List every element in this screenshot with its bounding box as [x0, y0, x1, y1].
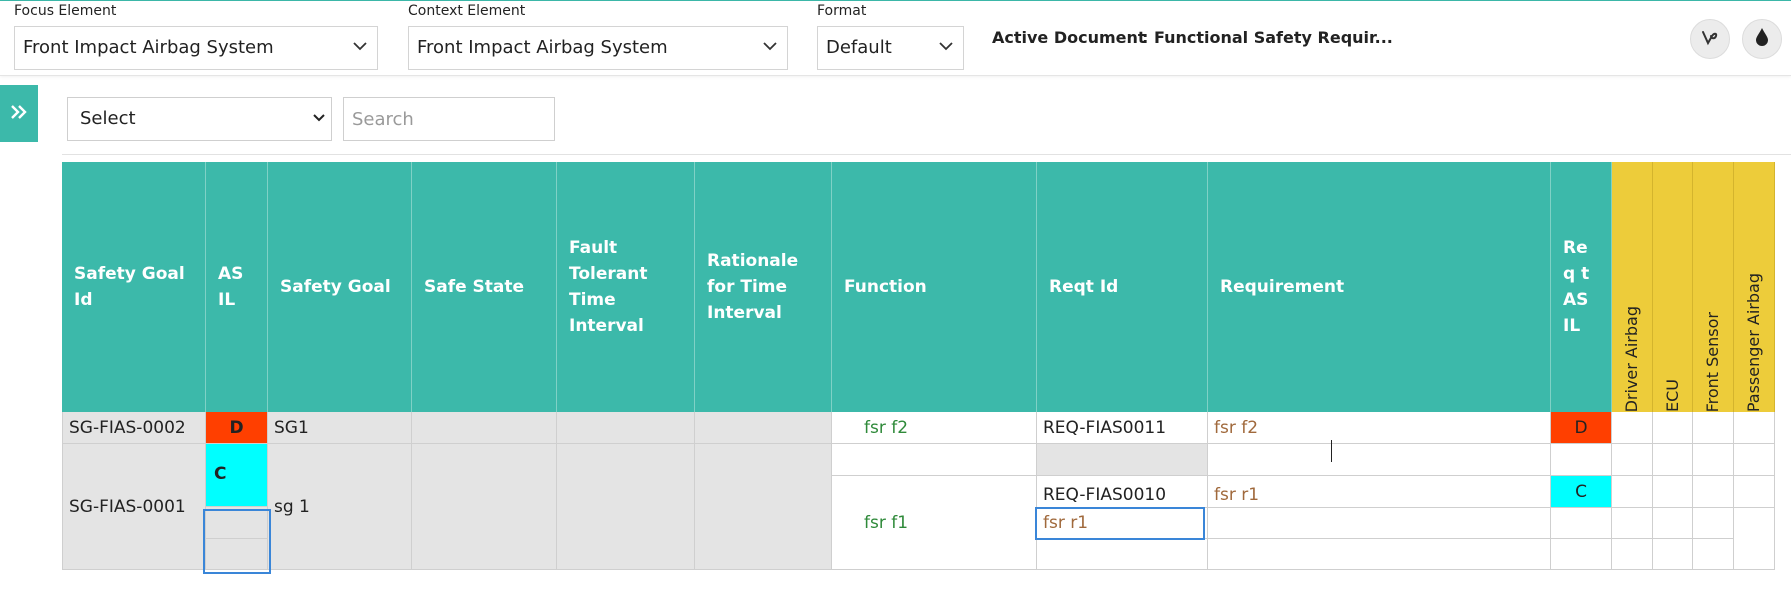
cell-function-empty[interactable] — [832, 444, 1037, 476]
header-function[interactable]: Function — [832, 162, 1037, 412]
expand-sidebar-button[interactable] — [0, 85, 38, 142]
cell-ftti[interactable] — [557, 412, 695, 444]
chevron-down-icon — [763, 27, 777, 51]
cell-reqt-asil-empty[interactable] — [1551, 444, 1612, 476]
cell-passenger-airbag[interactable] — [1734, 444, 1775, 476]
focus-element-label: Focus Element — [14, 3, 117, 19]
cell-reqt-id[interactable]: REQ-FIAS0011 — [1037, 412, 1208, 444]
header-asil[interactable]: ASIL — [206, 162, 268, 412]
cell-ftti[interactable] — [557, 444, 695, 570]
cell-safe-state[interactable] — [412, 444, 557, 570]
cell-rationale[interactable] — [695, 444, 832, 570]
cell-reqt-id-empty[interactable] — [1037, 539, 1208, 570]
cell-requirement-empty[interactable] — [1208, 539, 1551, 570]
header-ftti[interactable]: Fault Tolerant Time Interval — [557, 162, 695, 412]
cell-selection-outline — [1035, 507, 1205, 540]
cell-safety-goal[interactable]: SG1 — [268, 412, 412, 444]
cell-function[interactable]: fsr f2 — [832, 412, 1037, 444]
toolbar: Focus Element Front Impact Airbag System… — [0, 1, 1791, 76]
header-driver-airbag[interactable]: Driver Airbag — [1612, 162, 1653, 412]
header-reqt-asil[interactable]: Req t ASIL — [1551, 162, 1612, 412]
cell-driver-airbag[interactable] — [1612, 508, 1653, 539]
cell-safety-goal[interactable]: sg 1 — [268, 444, 412, 570]
cell-safety-goal-id[interactable]: SG-FIAS-0001 — [62, 444, 206, 570]
cell-requirement[interactable]: fsr r1 — [1208, 476, 1551, 508]
cell-reqt-asil-empty[interactable] — [1551, 539, 1612, 570]
header-safe-state[interactable]: Safe State — [412, 162, 557, 412]
vine-icon-button[interactable] — [1690, 19, 1730, 59]
cell-driver-airbag[interactable] — [1612, 412, 1653, 444]
cell-safe-state[interactable] — [412, 412, 557, 444]
cell-safety-goal-id[interactable]: SG-FIAS-0002 — [62, 412, 206, 444]
cell-passenger-airbag[interactable] — [1734, 476, 1775, 508]
double-chevron-right-icon — [10, 104, 28, 124]
cell-passenger-airbag[interactable] — [1734, 508, 1775, 570]
cell-driver-airbag[interactable] — [1612, 444, 1653, 476]
header-ecu[interactable]: ECU — [1653, 162, 1693, 412]
active-document-value: : Functional Safety Requir... — [1142, 28, 1393, 47]
cell-ecu[interactable] — [1653, 508, 1693, 539]
cell-front-sensor[interactable] — [1693, 508, 1734, 539]
cell-front-sensor[interactable] — [1693, 476, 1734, 508]
cell-asil-c[interactable]: C — [206, 444, 268, 507]
header-front-sensor[interactable]: Front Sensor — [1693, 162, 1734, 412]
chevron-down-icon — [353, 27, 367, 51]
cell-front-sensor[interactable] — [1693, 412, 1734, 444]
cell-requirement-empty[interactable] — [1208, 444, 1551, 476]
search-input[interactable] — [343, 97, 555, 141]
cell-requirement[interactable]: fsr f2 — [1208, 412, 1551, 444]
header-reqt-id[interactable]: Reqt Id — [1037, 162, 1208, 412]
cell-reqt-id-empty[interactable] — [1037, 444, 1208, 476]
cell-reqt-id[interactable]: REQ-FIAS0010 — [1037, 476, 1208, 508]
format-dropdown[interactable]: Default — [817, 26, 964, 70]
cell-front-sensor[interactable] — [1693, 444, 1734, 476]
header-rationale[interactable]: Rationale for Time Interval — [695, 162, 832, 412]
cell-ecu[interactable] — [1653, 412, 1693, 444]
cell-requirement-empty[interactable] — [1208, 508, 1551, 539]
cell-rationale[interactable] — [695, 412, 832, 444]
focus-element-value: Front Impact Airbag System — [23, 37, 274, 58]
header-safety-goal-id[interactable]: Safety Goal Id — [62, 162, 206, 412]
cell-reqt-asil-empty[interactable] — [1551, 508, 1612, 539]
cell-selection-outline — [203, 509, 271, 574]
chevron-down-icon — [939, 27, 953, 51]
active-document-label: Active Document — [992, 28, 1146, 47]
cell-asil-d[interactable]: D — [206, 412, 268, 444]
context-element-value: Front Impact Airbag System — [417, 37, 668, 58]
drop-icon — [1754, 27, 1770, 51]
format-value: Default — [826, 37, 892, 58]
cell-reqt-asil-c[interactable]: C — [1551, 476, 1612, 508]
cell-function[interactable]: fsr f1 — [832, 476, 1037, 570]
chevron-down-icon — [313, 98, 325, 122]
cell-reqt-asil-d[interactable]: D — [1551, 412, 1612, 444]
filter-select-value: Select — [80, 108, 136, 129]
cell-passenger-airbag[interactable] — [1734, 412, 1775, 444]
header-passenger-airbag[interactable]: Passenger Airbag — [1734, 162, 1775, 412]
divider — [62, 154, 1791, 155]
context-element-dropdown[interactable]: Front Impact Airbag System — [408, 26, 788, 70]
cell-ecu[interactable] — [1653, 444, 1693, 476]
cell-driver-airbag[interactable] — [1612, 539, 1653, 570]
cell-ecu[interactable] — [1653, 476, 1693, 508]
cell-ecu[interactable] — [1653, 539, 1693, 570]
drop-icon-button[interactable] — [1742, 19, 1782, 59]
header-safety-goal[interactable]: Safety Goal — [268, 162, 412, 412]
context-element-label: Context Element — [408, 3, 526, 19]
header-requirement[interactable]: Requirement — [1208, 162, 1551, 412]
cell-front-sensor[interactable] — [1693, 539, 1734, 570]
format-label: Format — [817, 3, 867, 19]
filter-select[interactable]: Select — [67, 97, 332, 141]
text-cursor — [1331, 440, 1332, 462]
cell-driver-airbag[interactable] — [1612, 476, 1653, 508]
focus-element-dropdown[interactable]: Front Impact Airbag System — [14, 26, 378, 70]
vine-icon — [1700, 27, 1720, 51]
